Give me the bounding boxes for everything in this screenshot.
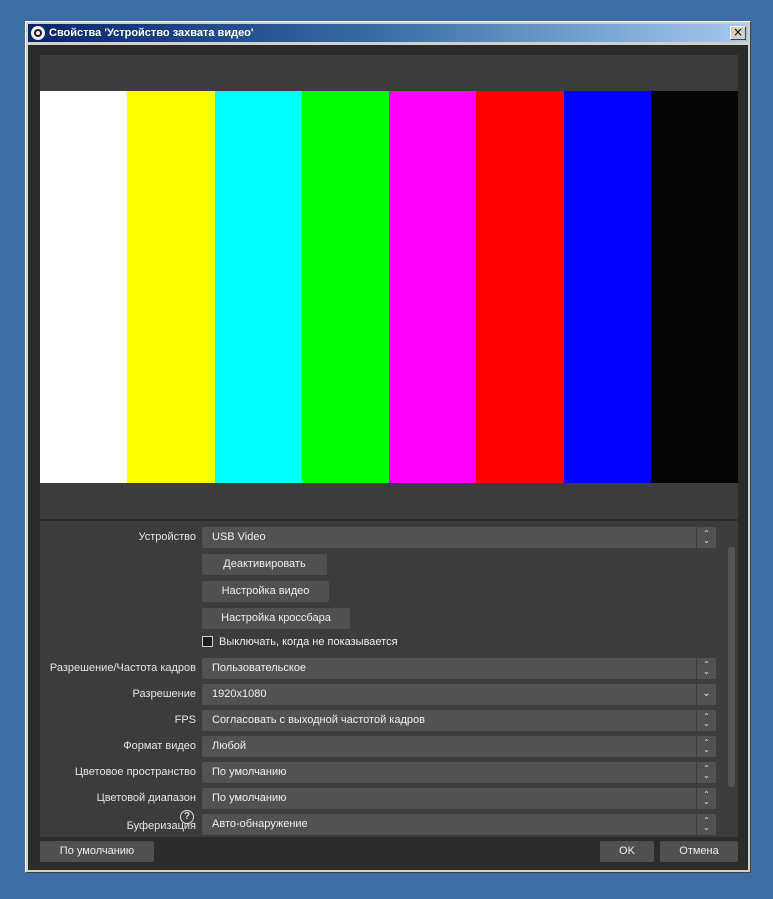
obs-logo-icon — [31, 26, 45, 40]
help-icon[interactable]: ? — [180, 810, 194, 824]
video-format-label: Формат видео — [123, 740, 196, 752]
updown-arrow-icon: ⌃ ⌄ — [696, 736, 716, 757]
crossbar-settings-row: Настройка кроссбара — [40, 608, 738, 630]
video-format-row: Формат видео Любой ⌃ ⌄ — [40, 736, 738, 758]
color-bar — [389, 91, 477, 483]
res-fps-type-value: Пользовательское — [212, 662, 307, 674]
buffering-select[interactable]: Авто-обнаружение ⌃ ⌄ — [202, 814, 716, 835]
fps-select[interactable]: Согласовать с выходной частотой кадров ⌃… — [202, 710, 716, 731]
resolution-select[interactable]: 1920x1080 ⌄ — [202, 684, 716, 705]
cancel-button[interactable]: Отмена — [660, 841, 738, 862]
color-bar — [127, 91, 215, 483]
deactivate-when-hidden-label[interactable]: Выключать, когда не показывается — [219, 636, 398, 648]
ok-button[interactable]: OK — [600, 841, 654, 862]
device-select[interactable]: USB Video ⌃ ⌄ — [202, 527, 716, 548]
dialog-body: Устройство USB Video ⌃ ⌄ Деактивировать Н… — [28, 45, 748, 870]
properties-dialog: Свойства 'Устройство захвата видео' × Ус… — [25, 21, 751, 873]
crossbar-settings-button[interactable]: Настройка кроссбара — [202, 608, 350, 629]
color-space-select[interactable]: По умолчанию ⌃ ⌄ — [202, 762, 716, 783]
color-bar — [476, 91, 564, 483]
color-bar — [650, 91, 738, 483]
res-fps-type-label: Разрешение/Частота кадров — [49, 662, 196, 674]
resolution-label: Разрешение — [132, 688, 196, 700]
res-fps-type-row: Разрешение/Частота кадров Пользовательск… — [40, 658, 738, 680]
updown-arrow-icon: ⌃ ⌄ — [696, 762, 716, 783]
color-range-select[interactable]: По умолчанию ⌃ ⌄ — [202, 788, 716, 809]
deactivate-button[interactable]: Деактивировать — [202, 554, 327, 575]
device-label: Устройство — [138, 531, 196, 543]
video-settings-button[interactable]: Настройка видео — [202, 581, 329, 602]
color-bar — [40, 91, 128, 483]
deactivate-row: Деактивировать — [40, 554, 738, 576]
color-bar — [301, 91, 389, 483]
video-preview — [40, 55, 738, 519]
updown-arrow-icon: ⌃ ⌄ — [696, 788, 716, 809]
res-fps-type-select[interactable]: Пользовательское ⌃ ⌄ — [202, 658, 716, 679]
color-space-label: Цветовое пространство — [74, 766, 196, 778]
video-format-value: Любой — [212, 740, 247, 752]
properties-scrollbar[interactable] — [728, 547, 735, 787]
window-title: Свойства 'Устройство захвата видео' — [49, 27, 254, 39]
title-bar[interactable]: Свойства 'Устройство захвата видео' × — [28, 24, 748, 42]
fps-label: FPS — [174, 714, 196, 726]
updown-arrow-icon: ⌃ ⌄ — [696, 710, 716, 731]
properties-panel: Устройство USB Video ⌃ ⌄ Деактивировать Н… — [40, 521, 738, 837]
deactivate-when-hidden-checkbox[interactable] — [202, 636, 213, 647]
close-button[interactable]: × — [730, 26, 746, 40]
color-space-value: По умолчанию — [212, 766, 287, 778]
color-space-row: Цветовое пространство По умолчанию ⌃ ⌄ — [40, 762, 738, 784]
chevron-down-icon: ⌄ — [696, 684, 716, 705]
color-range-row: Цветовой диапазон По умолчанию ⌃ ⌄ — [40, 788, 738, 810]
fps-value: Согласовать с выходной частотой кадров — [212, 714, 425, 726]
device-row: Устройство USB Video ⌃ ⌄ — [40, 527, 738, 549]
buffering-value: Авто-обнаружение — [212, 818, 308, 830]
resolution-value: 1920x1080 — [212, 688, 267, 700]
updown-arrow-icon: ⌃ ⌄ — [696, 658, 716, 679]
fps-row: FPS Согласовать с выходной частотой кадр… — [40, 710, 738, 732]
color-range-value: По умолчанию — [212, 792, 287, 804]
color-bar — [563, 91, 651, 483]
color-range-label: Цветовой диапазон — [96, 792, 196, 804]
video-settings-row: Настройка видео — [40, 581, 738, 603]
color-bar — [214, 91, 302, 483]
updown-arrow-icon: ⌃ ⌄ — [696, 527, 716, 548]
color-bars — [40, 91, 738, 483]
resolution-row: Разрешение 1920x1080 ⌄ — [40, 684, 738, 706]
defaults-button[interactable]: По умолчанию — [40, 841, 154, 862]
video-format-select[interactable]: Любой ⌃ ⌄ — [202, 736, 716, 757]
buffering-row: Буферизация ? Авто-обнаружение ⌃ ⌄ — [40, 810, 738, 836]
updown-arrow-icon: ⌃ ⌄ — [696, 814, 716, 835]
device-value: USB Video — [212, 531, 266, 543]
